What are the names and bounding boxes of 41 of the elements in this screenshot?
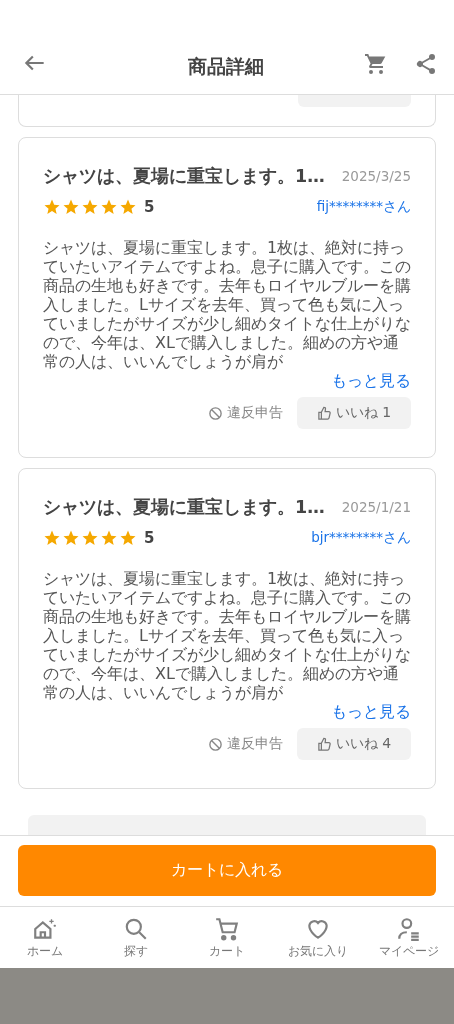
review-date: 2025/1/21 <box>341 499 411 515</box>
star-icon <box>62 198 80 216</box>
review-text: シャツは、夏場に重宝します。1枚は、絶対に持っていたいアイテムですよね。息子に購入です。この商品の生地も好きです。去年もロイヤルブルーを購入しました。Lサイズを去年、買って色も気に入っていましたがサイズが少し細めタイトな仕上がりなので、今年は、XLで購入しました。細めの方や通常の人は、いいんでしょうが肩が <box>43 238 411 371</box>
tab-bar-item[interactable]: 探す <box>90 907 182 968</box>
review-title: シャツは、夏場に重宝します。1… <box>43 496 325 519</box>
star-icon <box>100 529 118 547</box>
tab-bar-item[interactable]: マイページ <box>363 907 454 968</box>
cart-icon <box>364 52 388 76</box>
tab-bar-item[interactable]: ホーム <box>0 907 91 968</box>
reviewer-name[interactable]: fij********さん <box>316 198 411 216</box>
share-icon <box>414 52 438 76</box>
prohibited-icon <box>208 405 223 421</box>
like-button[interactable]: いいね 1 <box>297 397 411 429</box>
prohibited-icon <box>208 736 223 752</box>
review-text: シャツは、夏場に重宝します。1枚は、絶対に持っていたいアイテムですよね。息子に購入です。この商品の生地も好きです。去年もロイヤルブルーを購入しました。Lサイズを去年、買って色も気に入っていましたがサイズが少し細めタイトな仕上がりなので、今年は、XLで購入しました。細めの方や通常の人は、いいんでしょうが肩が <box>43 569 411 702</box>
star-icon <box>43 529 61 547</box>
tab-bar-item[interactable]: お気に入り <box>272 907 364 968</box>
rating-value: 5 <box>144 198 155 216</box>
cart-icon <box>214 916 240 942</box>
more-link[interactable]: もっと見る <box>331 702 411 721</box>
reviewer-name[interactable]: bjr********さん <box>311 529 411 547</box>
review-date: 2025/3/25 <box>341 168 411 184</box>
person-icon <box>395 916 422 942</box>
tab-bar-item[interactable]: カート <box>181 907 273 968</box>
star-icon <box>81 198 99 216</box>
like-button[interactable]: いいね 4 <box>297 728 411 760</box>
thumbs-up-icon <box>316 405 332 421</box>
report-button[interactable]: 違反申告 <box>202 404 289 422</box>
star-icon <box>119 529 137 547</box>
star-icon <box>43 198 61 216</box>
thumbs-up-icon <box>316 736 332 752</box>
rating-value: 5 <box>144 529 155 547</box>
review-title: シャツは、夏場に重宝します。1… <box>43 165 325 188</box>
page-title: 商品詳細 <box>187 54 265 79</box>
star-icon <box>100 198 118 216</box>
report-button[interactable]: 違反申告 <box>202 735 289 753</box>
star-icon <box>119 198 137 216</box>
house-icon <box>32 916 59 942</box>
star-icon <box>62 529 80 547</box>
star-icon <box>81 529 99 547</box>
more-link[interactable]: もっと見る <box>331 371 411 390</box>
